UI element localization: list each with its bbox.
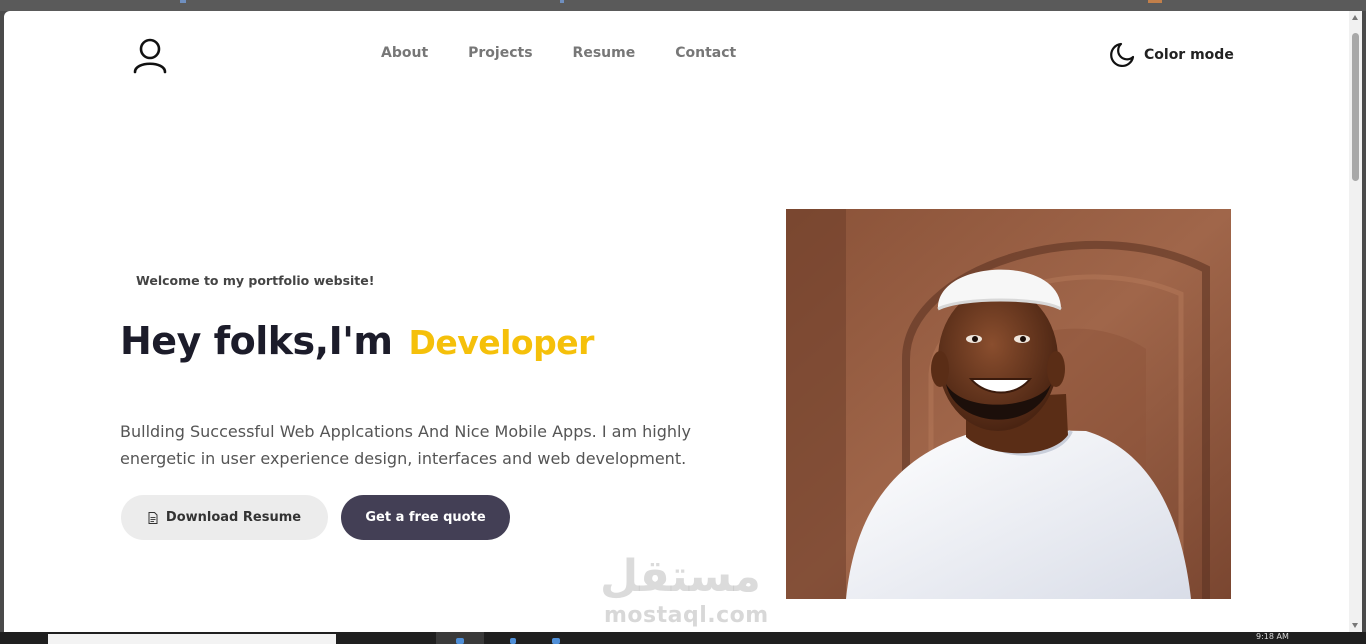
color-mode-label: Color mode [1144,47,1234,63]
get-quote-label: Get a free quote [365,510,486,525]
nav-item-about[interactable]: About [381,45,428,61]
browser-top-strip [0,0,1366,11]
top-strip-fragment [180,0,186,3]
scroll-down-arrow-icon[interactable] [1352,623,1358,628]
os-taskbar: 9:18 AM [0,632,1366,644]
nav-item-contact[interactable]: Contact [675,45,736,61]
nav-item-projects[interactable]: Projects [468,45,532,61]
document-icon [148,511,158,524]
taskbar-app-icon[interactable] [456,638,464,644]
page-scrollbar[interactable] [1349,11,1362,632]
taskbar-window-preview[interactable] [48,634,336,644]
hero-intro-line: energetic in user experience design, int… [120,449,687,468]
scrollbar-thumb[interactable] [1352,33,1359,181]
taskbar-clock[interactable]: 9:18 AM [1256,632,1289,642]
profile-photo [786,209,1231,599]
hero-headline: Hey folks,I'm Developer [120,319,594,363]
hero-role: Developer [408,323,594,362]
hero-intro: Bullding Successful Web Applcations And … [120,418,730,472]
top-strip-fragment [1148,0,1162,3]
taskbar-app-icon[interactable] [552,638,560,644]
watermark-latin: mostaql.com [604,603,769,628]
watermark-arabic: مستقل [600,551,761,602]
moon-icon [1110,42,1135,67]
scroll-up-arrow-icon[interactable] [1352,15,1358,20]
main-nav: About Projects Resume Contact [381,45,736,61]
welcome-text: Welcome to my portfolio website! [136,273,375,288]
top-strip-fragment [560,0,564,3]
window-edge [1362,11,1366,632]
download-resume-label: Download Resume [165,510,302,525]
hero-intro-line: Bullding Successful Web Applcations And … [120,422,691,441]
color-mode-toggle[interactable]: Color mode [1108,41,1234,69]
download-resume-button[interactable]: Download Resume [121,495,328,540]
page-viewport: About Projects Resume Contact Color mode… [4,11,1349,632]
nav-item-resume[interactable]: Resume [573,45,636,61]
hero-greeting: Hey folks,I'm [120,319,393,363]
get-quote-button[interactable]: Get a free quote [341,495,510,540]
user-outline-icon[interactable] [130,36,170,76]
taskbar-app-icon[interactable] [510,638,516,644]
mostaql-watermark: مستقل mostaql.com [600,551,776,631]
